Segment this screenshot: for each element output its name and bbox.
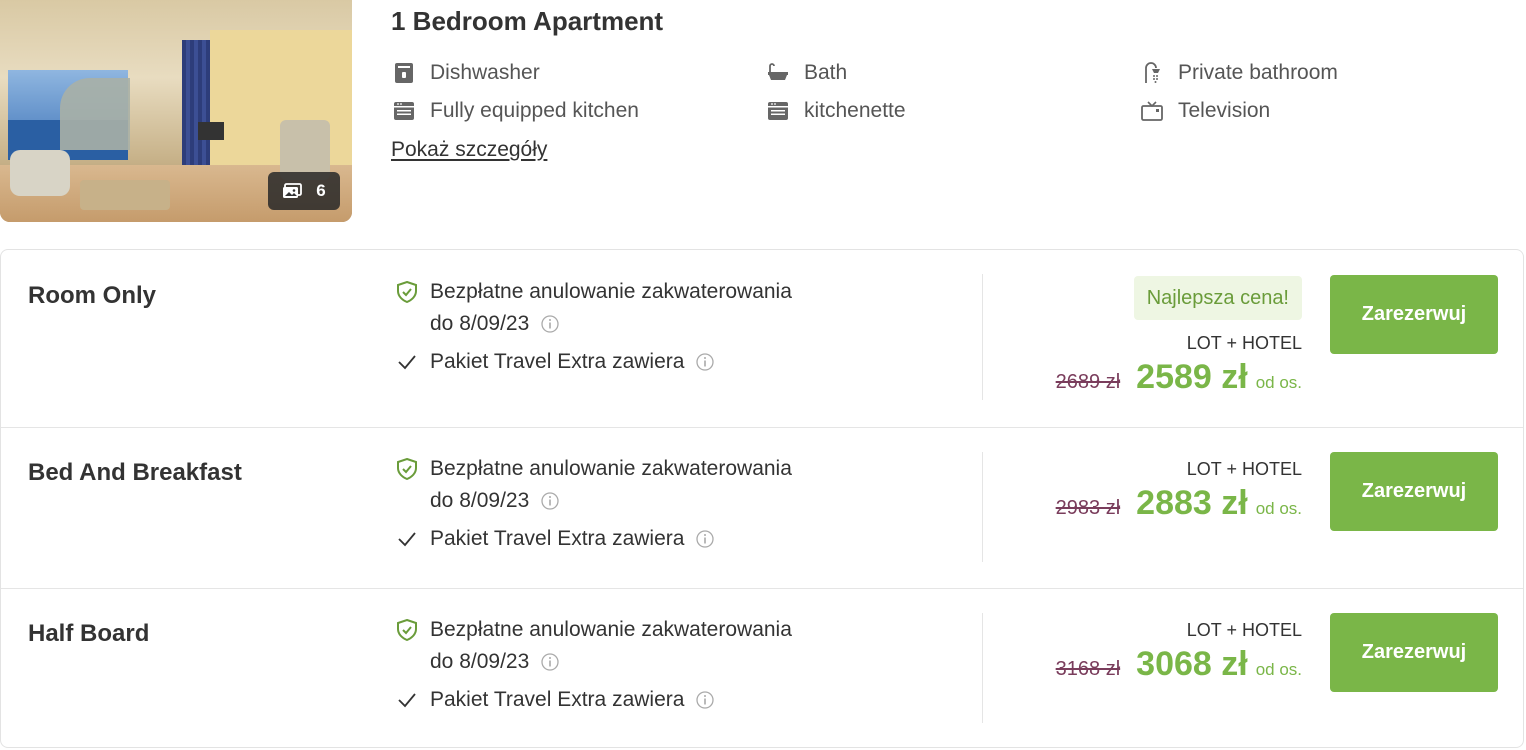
package-text: Pakiet Travel Extra zawiera — [430, 527, 685, 550]
price-line: 2983 zł 2883 zł od os. — [1056, 484, 1302, 523]
info-icon[interactable] — [696, 691, 715, 709]
amenity-private-bathroom: Private bathroom — [1140, 59, 1338, 87]
old-price: 2689 zł — [1055, 371, 1121, 393]
per-person-label: od os. — [1255, 499, 1302, 518]
offer-conditions: Bezpłatne anulowanie zakwaterowania do 8… — [396, 614, 792, 716]
cancellation-date: do 8/09/23 — [430, 489, 530, 512]
book-button[interactable]: Zarezerwuj — [1330, 613, 1498, 692]
per-person-label: od os. — [1255, 660, 1302, 679]
amenity-bath: Bath — [766, 59, 847, 87]
shield-check-icon — [396, 619, 418, 641]
gallery-icon — [282, 183, 303, 199]
info-icon[interactable] — [541, 492, 559, 510]
shield-check-icon — [396, 281, 418, 303]
room-photo[interactable]: 6 — [0, 0, 352, 222]
cancellation-date: do 8/09/23 — [430, 650, 530, 673]
photo-curtain — [182, 40, 210, 170]
photo-rock — [60, 78, 130, 150]
offers-panel: Room Only Bezpłatne anulowanie zakwatero… — [0, 249, 1524, 748]
package-type: LOT + HOTEL — [1186, 620, 1302, 640]
current-price: 2883 zł — [1136, 484, 1248, 522]
book-button[interactable]: Zarezerwuj — [1330, 452, 1498, 531]
amenity-television: Television — [1140, 97, 1270, 125]
photo-table — [80, 180, 170, 210]
photo-count-value: 6 — [316, 181, 326, 200]
free-cancellation-text: Bezpłatne anulowanie zakwaterowania — [430, 618, 792, 641]
info-icon[interactable] — [696, 353, 715, 371]
shield-check-icon — [396, 458, 418, 480]
book-button[interactable]: Zarezerwuj — [1330, 275, 1498, 354]
package-type: LOT + HOTEL — [1186, 459, 1302, 479]
dishwasher-icon — [392, 62, 415, 85]
divider — [982, 613, 983, 723]
best-price-badge: Najlepsza cena! — [1133, 276, 1302, 320]
info-icon[interactable] — [696, 530, 715, 548]
offer-row-half-board: Half Board Bezpłatne anulowanie zakwater… — [1, 588, 1523, 747]
photo-tv — [198, 122, 224, 140]
free-cancellation-text: Bezpłatne anulowanie zakwaterowania — [430, 457, 792, 480]
info-icon[interactable] — [541, 653, 559, 671]
amenity-kitchen: Fully equipped kitchen — [392, 97, 639, 125]
photo-count-badge[interactable]: 6 — [268, 172, 340, 210]
offer-name: Bed And Breakfast — [28, 459, 242, 486]
offer-row-room-only: Room Only Bezpłatne anulowanie zakwatero… — [1, 250, 1523, 427]
show-details-link[interactable]: Pokaż szczegóły — [391, 138, 547, 162]
tv-icon — [1140, 100, 1163, 123]
offer-name: Room Only — [28, 282, 157, 309]
amenity-label: Television — [1178, 99, 1271, 122]
price-line: 2689 zł 2589 zł od os. — [1056, 358, 1302, 397]
amenity-label: Bath — [804, 61, 848, 84]
current-price: 2589 zł — [1136, 358, 1248, 396]
room-title: 1 Bedroom Apartment — [391, 6, 664, 36]
bathtub-icon — [766, 62, 789, 85]
price-line: 3168 zł 3068 zł od os. — [1056, 645, 1302, 684]
amenity-label: Fully equipped kitchen — [430, 99, 639, 122]
info-icon[interactable] — [541, 315, 559, 333]
offer-conditions: Bezpłatne anulowanie zakwaterowania do 8… — [396, 276, 792, 378]
divider — [982, 452, 983, 562]
old-price: 3168 zł — [1055, 658, 1121, 680]
old-price: 2983 zł — [1055, 497, 1121, 519]
check-icon — [396, 531, 418, 547]
free-cancellation-text: Bezpłatne anulowanie zakwaterowania — [430, 280, 792, 303]
amenity-label: kitchenette — [804, 99, 906, 122]
cancellation-date: do 8/09/23 — [430, 312, 530, 335]
per-person-label: od os. — [1255, 373, 1302, 392]
amenity-label: Private bathroom — [1178, 61, 1338, 84]
package-type: LOT + HOTEL — [1186, 333, 1302, 353]
offer-row-bed-and-breakfast: Bed And Breakfast Bezpłatne anulowanie z… — [1, 427, 1523, 588]
photo-chair — [280, 120, 330, 180]
kitchenette-icon — [766, 100, 789, 123]
kitchen-icon — [392, 100, 415, 123]
amenity-label: Dishwasher — [430, 61, 540, 84]
shower-icon — [1140, 62, 1163, 85]
offer-name: Half Board — [28, 620, 150, 647]
amenity-kitchenette: kitchenette — [766, 97, 906, 125]
divider — [982, 274, 983, 400]
current-price: 3068 zł — [1136, 645, 1248, 683]
photo-sofa — [10, 150, 70, 196]
check-icon — [396, 692, 418, 708]
package-text: Pakiet Travel Extra zawiera — [430, 350, 685, 373]
check-icon — [396, 354, 418, 370]
offer-conditions: Bezpłatne anulowanie zakwaterowania do 8… — [396, 453, 792, 555]
amenity-dishwasher: Dishwasher — [392, 59, 540, 87]
package-text: Pakiet Travel Extra zawiera — [430, 688, 685, 711]
